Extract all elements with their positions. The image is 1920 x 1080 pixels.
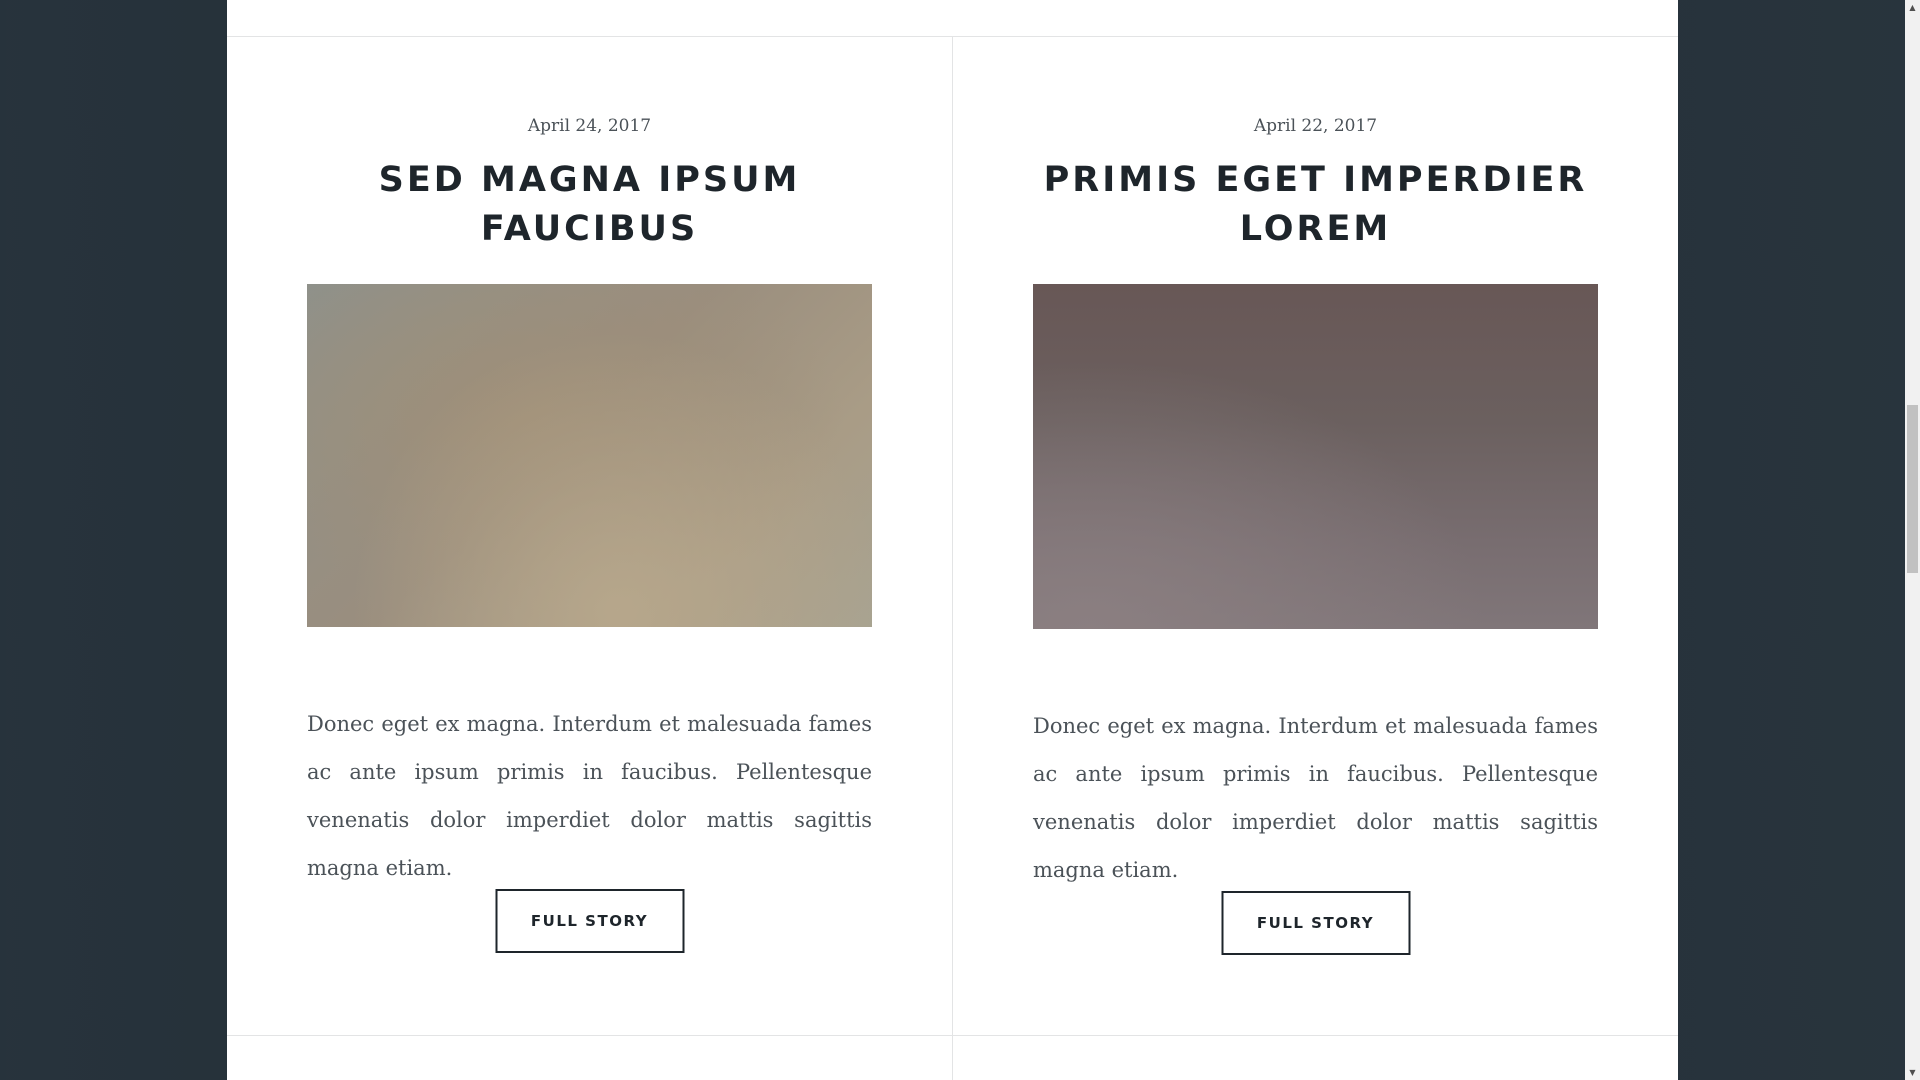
full-story-button[interactable]: FULL STORY xyxy=(1221,891,1410,955)
scroll-up-icon[interactable]: ▲ xyxy=(1905,0,1920,15)
post-date: April 22, 2017 xyxy=(1253,116,1378,136)
scrollbar-thumb[interactable] xyxy=(1907,405,1918,573)
post-card-primis-eget: April 22, 2017 PRIMIS EGET IMPERDIER LOR… xyxy=(953,36,1678,1035)
scroll-down-icon[interactable]: ▼ xyxy=(1905,1065,1920,1080)
post-title[interactable]: PRIMIS EGET IMPERDIER LOREM xyxy=(1033,156,1598,254)
post-image[interactable] xyxy=(307,284,872,627)
post-title[interactable]: SED MAGNA IPSUM FAUCIBUS xyxy=(307,156,872,254)
vertical-scrollbar[interactable]: ▲ ▼ xyxy=(1905,0,1920,1080)
previous-row-strip xyxy=(227,0,1678,37)
post-excerpt: Donec eget ex magna. Interdum et malesua… xyxy=(307,712,872,880)
post-card-sed-magna: April 24, 2017 SED MAGNA IPSUM FAUCIBUS … xyxy=(227,36,952,1035)
post-image[interactable] xyxy=(1033,284,1598,629)
full-story-button[interactable]: FULL STORY xyxy=(495,889,684,953)
main-content-panel: April 24, 2017 SED MAGNA IPSUM FAUCIBUS … xyxy=(227,0,1678,1080)
row-divider xyxy=(227,1035,1678,1036)
post-excerpt: Donec eget ex magna. Interdum et malesua… xyxy=(1033,714,1598,882)
post-date: April 24, 2017 xyxy=(527,116,652,136)
